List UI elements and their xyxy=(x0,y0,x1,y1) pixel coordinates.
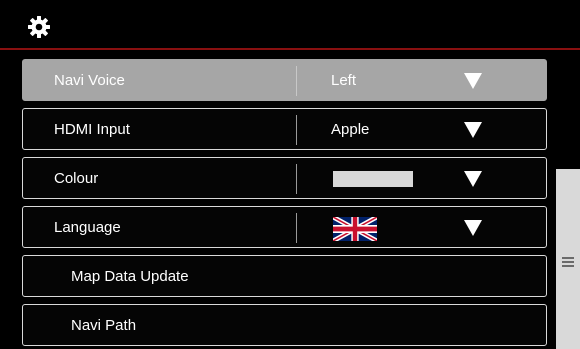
setting-value: Left xyxy=(331,72,357,89)
top-bar xyxy=(0,0,580,48)
row-divider xyxy=(296,213,297,243)
row-divider xyxy=(296,115,297,145)
settings-list: Navi Voice Left HDMI Input Apple Colour … xyxy=(0,50,556,349)
dropdown-arrow-icon[interactable] xyxy=(464,220,482,236)
setting-label: Navi Path xyxy=(71,317,137,334)
setting-row-navi-path[interactable]: Navi Path xyxy=(22,304,547,346)
uk-flag-icon xyxy=(333,217,377,241)
setting-row-navi-voice[interactable]: Navi Voice Left xyxy=(22,59,547,101)
dropdown-arrow-icon[interactable] xyxy=(464,73,482,89)
setting-row-language[interactable]: Language xyxy=(22,206,547,248)
gear-icon[interactable] xyxy=(27,15,51,39)
row-divider xyxy=(296,66,297,96)
row-divider xyxy=(296,164,297,194)
setting-value: Apple xyxy=(331,121,370,138)
dropdown-arrow-icon[interactable] xyxy=(464,171,482,187)
setting-label: Navi Voice xyxy=(54,72,125,89)
scrollbar[interactable] xyxy=(556,50,580,349)
grip-icon xyxy=(562,257,574,267)
setting-label: Language xyxy=(54,219,121,236)
setting-label: HDMI Input xyxy=(54,121,130,138)
scroll-thumb[interactable] xyxy=(556,169,580,349)
setting-label: Map Data Update xyxy=(71,268,189,285)
setting-row-map-data-update[interactable]: Map Data Update xyxy=(22,255,547,297)
dropdown-arrow-icon[interactable] xyxy=(464,122,482,138)
setting-row-colour[interactable]: Colour xyxy=(22,157,547,199)
setting-row-hdmi-input[interactable]: HDMI Input Apple xyxy=(22,108,547,150)
setting-label: Colour xyxy=(54,170,99,187)
colour-swatch xyxy=(333,171,413,187)
